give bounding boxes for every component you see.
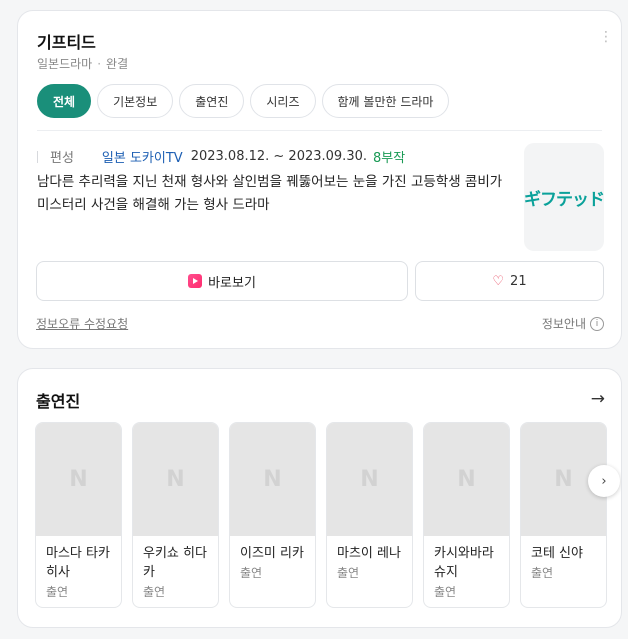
carousel-next-button[interactable]: › [588,465,620,497]
info-guide-label: 정보안내 [541,317,586,331]
placeholder-logo: N [360,467,379,492]
cast-photo-placeholder: N [327,423,412,536]
tab-cast[interactable]: 출연진 [179,84,245,118]
placeholder-logo: N [457,467,476,492]
cast-item[interactable]: N 코테 신야 출연 [520,422,607,608]
like-count: 21 [510,273,527,289]
tab-all[interactable]: 전체 [37,84,92,118]
broadcast-meta: 편성 일본 도카이TV 2023.08.12. ~ 2023.09.30. 8부… [37,147,405,166]
placeholder-logo: N [166,467,185,492]
cast-name: 마츠이 레나 [337,546,401,561]
drama-description: 남다른 추리력을 지닌 천재 형사와 살인범을 꿰뚫어보는 눈을 가진 고등학생… [37,174,503,213]
info-icon: i [590,316,604,331]
cast-role: 출연 [337,566,360,580]
cast-card: 출연진 → N 마스다 타카히사 출연 N 우키쇼 히다카 출연 N 이즈미 리… [17,368,622,628]
episode-count: 8부작 [373,151,406,166]
tab-series[interactable]: 시리즈 [250,84,316,118]
broadcast-period: 2023.08.12. ~ 2023.09.30. [190,149,367,164]
cast-name: 코테 신야 [531,546,583,561]
meta-label: 편성 [50,151,74,166]
status-text: 완결 [106,57,129,71]
report-error-link[interactable]: 정보오류 수정요청 [36,315,128,332]
cast-name: 이즈미 리카 [240,546,304,561]
drama-poster[interactable]: ギフテッド [524,143,605,251]
divider [37,130,602,131]
cast-role: 출연 [143,585,166,599]
cast-name: 카시와바라 슈지 [434,546,494,580]
cast-role: 출연 [240,566,263,580]
cast-photo-placeholder: N [230,423,315,536]
cast-role: 출연 [46,585,69,599]
chevron-right-icon: › [601,473,607,489]
placeholder-logo: N [263,467,282,492]
poster-logo-text: ギフテッド [524,189,605,210]
drama-title: 기프티드 [37,33,96,52]
watch-now-button[interactable]: 바로보기 [36,261,408,301]
cast-photo-placeholder: N [424,423,509,536]
play-icon [188,274,203,288]
tab-related-dramas[interactable]: 함께 볼만한 드라마 [321,84,450,118]
arrow-right-icon[interactable]: → [591,389,605,409]
cast-item[interactable]: N 카시와바라 슈지 출연 [423,422,510,608]
more-vertical-icon[interactable]: ⋮ [599,30,613,51]
cast-item[interactable]: N 마츠이 레나 출연 [326,422,413,608]
drama-info-card: 기프티드 일본드라마 · 완결 ⋮ 전체 기본정보 출연진 시리즈 함께 볼만한 드… [17,10,622,349]
drama-subtitle: 일본드라마 · 완결 [37,57,129,71]
cast-item[interactable]: N 마스다 타카히사 출연 [35,422,122,608]
cast-role: 출연 [434,585,457,599]
like-button[interactable]: ♡ 21 [415,261,604,301]
cast-list: N 마스다 타카히사 출연 N 우키쇼 히다카 출연 N 이즈미 리카 출연 N… [35,422,607,608]
placeholder-logo: N [554,467,573,492]
tab-basic-info[interactable]: 기본정보 [97,84,174,118]
cast-photo-placeholder: N [36,423,121,536]
heart-icon: ♡ [492,273,505,289]
watch-label: 바로보기 [208,275,256,291]
cast-photo-placeholder: N [133,423,218,536]
placeholder-logo: N [69,467,88,492]
cast-section-title: 출연진 [36,392,81,411]
cast-item[interactable]: N 우키쇼 히다카 출연 [132,422,219,608]
cast-name: 우키쇼 히다카 [143,546,207,580]
broadcaster-link[interactable]: 일본 도카이TV [102,147,183,166]
tab-bar: 전체 기본정보 출연진 시리즈 함께 볼만한 드라마 [37,84,450,118]
info-guide[interactable]: 정보안내 i [542,315,604,332]
genre-text: 일본드라마 [37,57,93,71]
cast-item[interactable]: N 이즈미 리카 출연 [229,422,316,608]
cast-role: 출연 [531,566,554,580]
cast-name: 마스다 타카히사 [46,546,110,580]
